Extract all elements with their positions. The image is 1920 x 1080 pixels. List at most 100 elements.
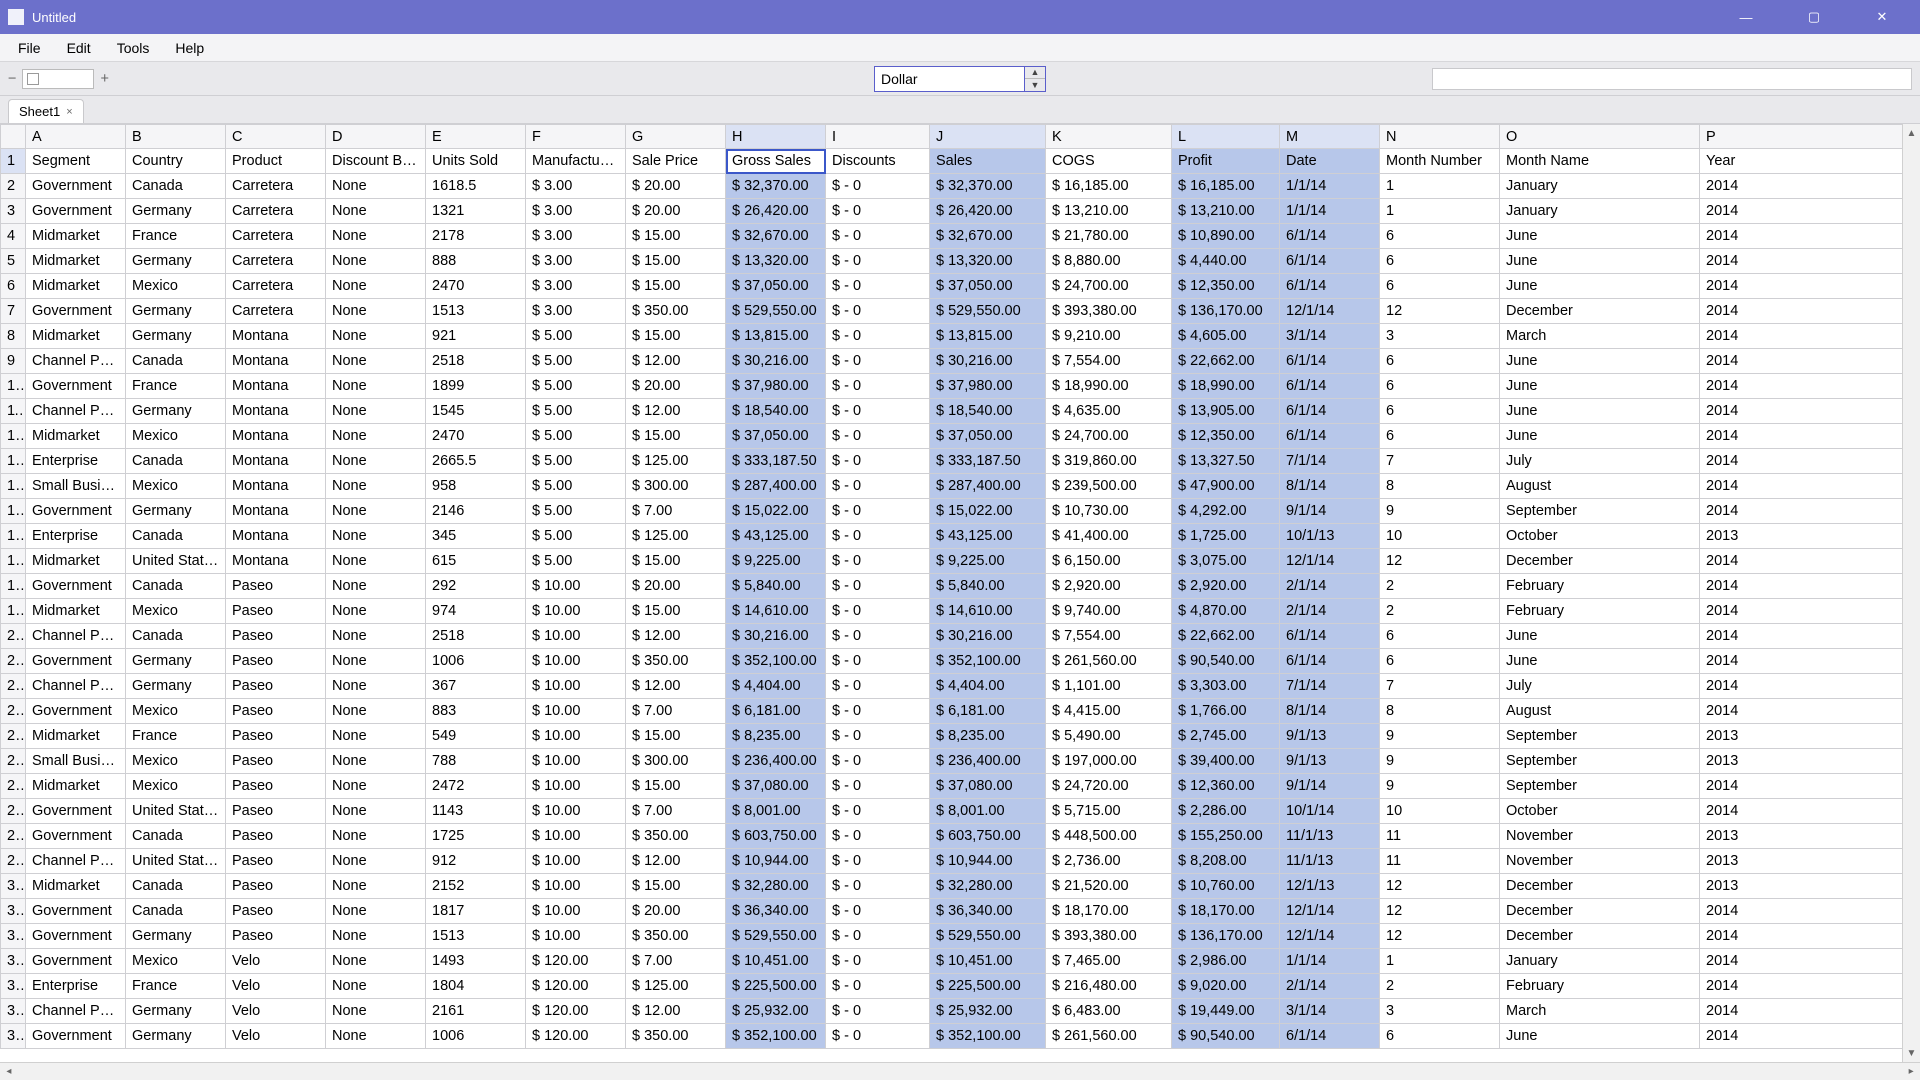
cell[interactable]: $ 350.00 — [626, 299, 726, 324]
cell[interactable]: July — [1500, 449, 1700, 474]
cell[interactable]: $ 25,932.00 — [726, 999, 826, 1024]
cell[interactable]: June — [1500, 274, 1700, 299]
cell[interactable]: $ 10.00 — [526, 924, 626, 949]
cell[interactable]: 12 — [1380, 299, 1500, 324]
row-header[interactable]: 26 — [0, 774, 26, 799]
row-header[interactable]: 30 — [0, 874, 26, 899]
cell[interactable]: Paseo — [226, 774, 326, 799]
cell[interactable]: $ - 0 — [826, 249, 930, 274]
cell[interactable]: Discount Ba... — [326, 149, 426, 174]
cell[interactable]: Paseo — [226, 799, 326, 824]
cell[interactable]: $ 10,890.00 — [1172, 224, 1280, 249]
cell[interactable]: $ 32,670.00 — [726, 224, 826, 249]
cell[interactable]: $ - 0 — [826, 924, 930, 949]
cell[interactable]: $ 3.00 — [526, 199, 626, 224]
row-header[interactable]: 7 — [0, 299, 26, 324]
cell[interactable]: $ 15.00 — [626, 424, 726, 449]
row-header[interactable]: 31 — [0, 899, 26, 924]
cell[interactable]: $ 13,320.00 — [930, 249, 1046, 274]
cell[interactable]: $ 20.00 — [626, 374, 726, 399]
cell[interactable]: Channel Par... — [26, 849, 126, 874]
cell[interactable]: $ - 0 — [826, 449, 930, 474]
cell[interactable]: Channel Par... — [26, 349, 126, 374]
cell[interactable]: Germany — [126, 999, 226, 1024]
cell[interactable]: Germany — [126, 299, 226, 324]
cell[interactable]: None — [326, 274, 426, 299]
cell[interactable]: $ 8,880.00 — [1046, 249, 1172, 274]
cell[interactable]: 10 — [1380, 799, 1500, 824]
cell[interactable]: $ 12,350.00 — [1172, 424, 1280, 449]
column-header-J[interactable]: J — [930, 124, 1046, 149]
cell[interactable]: 292 — [426, 574, 526, 599]
column-header-D[interactable]: D — [326, 124, 426, 149]
cell[interactable]: $ 8,235.00 — [930, 724, 1046, 749]
cell[interactable]: 2 — [1380, 974, 1500, 999]
cell[interactable]: $ 261,560.00 — [1046, 1024, 1172, 1049]
cell[interactable]: $ 603,750.00 — [930, 824, 1046, 849]
cell[interactable]: $ 8,001.00 — [930, 799, 1046, 824]
cell[interactable]: $ - 0 — [826, 424, 930, 449]
cell[interactable]: $ 37,050.00 — [930, 274, 1046, 299]
cell[interactable]: 912 — [426, 849, 526, 874]
format-combo[interactable]: ▲ ▼ — [874, 66, 1046, 92]
cell[interactable]: 1513 — [426, 924, 526, 949]
cell[interactable]: $ 37,980.00 — [726, 374, 826, 399]
cell[interactable]: $ 10,451.00 — [726, 949, 826, 974]
row-header[interactable]: 12 — [0, 424, 26, 449]
cell[interactable]: 6/1/14 — [1280, 274, 1380, 299]
menu-edit[interactable]: Edit — [57, 37, 101, 59]
cell[interactable]: $ 24,700.00 — [1046, 424, 1172, 449]
cell[interactable]: $ - 0 — [826, 774, 930, 799]
scroll-right-icon[interactable]: ▸ — [1902, 1065, 1920, 1079]
cell[interactable]: $ 12.00 — [626, 349, 726, 374]
cell[interactable]: $ 10.00 — [526, 774, 626, 799]
cell[interactable]: Midmarket — [26, 249, 126, 274]
cell[interactable]: $ 350.00 — [626, 1024, 726, 1049]
cell[interactable]: $ 2,920.00 — [1172, 574, 1280, 599]
cell[interactable]: $ 16,185.00 — [1172, 174, 1280, 199]
cell[interactable]: $ - 0 — [826, 749, 930, 774]
cell[interactable]: Midmarket — [26, 274, 126, 299]
cell[interactable]: 6 — [1380, 649, 1500, 674]
cell[interactable]: $ 12,360.00 — [1172, 774, 1280, 799]
cell[interactable]: $ 10,944.00 — [726, 849, 826, 874]
cell[interactable]: Paseo — [226, 874, 326, 899]
cell[interactable]: 2014 — [1700, 999, 1920, 1024]
cell[interactable]: $ 261,560.00 — [1046, 649, 1172, 674]
cell[interactable]: $ 2,736.00 — [1046, 849, 1172, 874]
cell[interactable]: Mexico — [126, 474, 226, 499]
cell[interactable]: 2014 — [1700, 174, 1920, 199]
row-header[interactable]: 27 — [0, 799, 26, 824]
cell[interactable]: 7/1/14 — [1280, 674, 1380, 699]
cell[interactable]: $ 352,100.00 — [930, 1024, 1046, 1049]
cell[interactable]: Montana — [226, 349, 326, 374]
cell[interactable]: 9 — [1380, 724, 1500, 749]
cell[interactable]: 6/1/14 — [1280, 224, 1380, 249]
maximize-button[interactable]: ▢ — [1794, 5, 1834, 29]
cell[interactable]: $ 125.00 — [626, 524, 726, 549]
cell[interactable]: $ - 0 — [826, 824, 930, 849]
column-header-P[interactable]: P — [1700, 124, 1920, 149]
cell[interactable]: Carretera — [226, 249, 326, 274]
cell[interactable]: 6/1/14 — [1280, 1024, 1380, 1049]
cell[interactable]: Profit — [1172, 149, 1280, 174]
spinner-up-icon[interactable]: ▲ — [1025, 67, 1045, 80]
cell[interactable]: $ 5.00 — [526, 424, 626, 449]
cell[interactable]: $ 15.00 — [626, 774, 726, 799]
cell[interactable]: 1006 — [426, 1024, 526, 1049]
cell[interactable]: $ 10.00 — [526, 799, 626, 824]
cell[interactable]: $ - 0 — [826, 1024, 930, 1049]
cell[interactable]: $ 12.00 — [626, 624, 726, 649]
cell[interactable]: None — [326, 749, 426, 774]
cell[interactable]: $ 12.00 — [626, 674, 726, 699]
cell[interactable]: 2014 — [1700, 349, 1920, 374]
scroll-left-icon[interactable]: ◂ — [0, 1065, 18, 1079]
toolbar-minus[interactable]: − — [8, 71, 16, 87]
cell[interactable]: $ 7.00 — [626, 699, 726, 724]
cell[interactable]: December — [1500, 874, 1700, 899]
cell[interactable]: $ 10.00 — [526, 624, 626, 649]
cell[interactable]: None — [326, 874, 426, 899]
column-header-G[interactable]: G — [626, 124, 726, 149]
cell[interactable]: $ - 0 — [826, 999, 930, 1024]
cell[interactable]: $ - 0 — [826, 599, 930, 624]
